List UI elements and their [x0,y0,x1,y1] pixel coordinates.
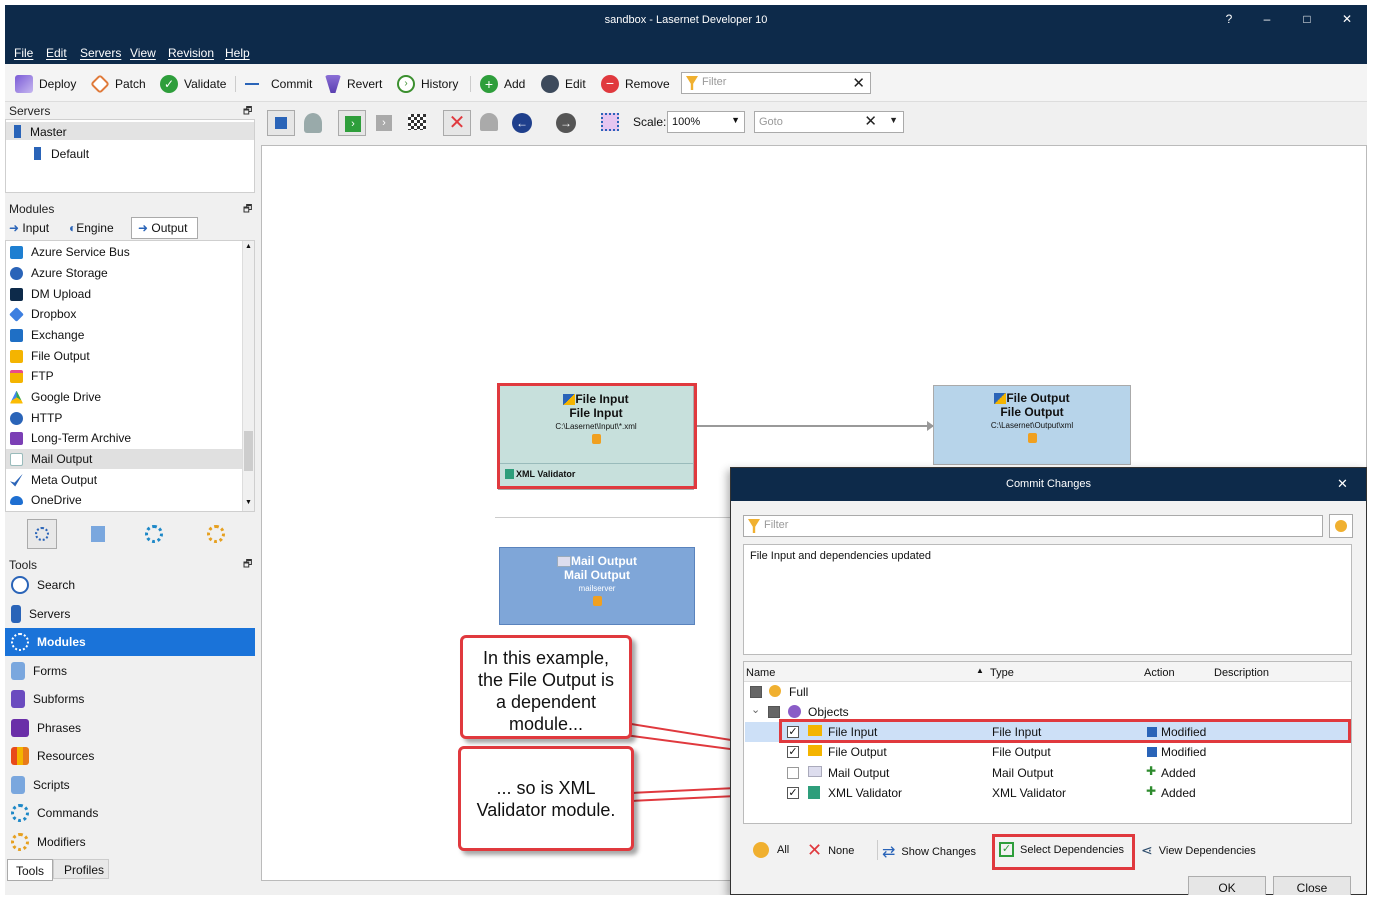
table-row[interactable]: Mail Output Mail Output ✚ Added [745,763,1350,783]
table-header: Name ▲ Type Action Description [744,662,1351,682]
close-button[interactable]: Close [1273,876,1351,895]
highlight-file-input-row [779,719,1351,743]
validator-icon [808,786,820,799]
dialog-title: Commit Changes [1006,478,1091,490]
chevron-down-icon[interactable]: ⌄ [751,703,760,716]
checkbox[interactable] [787,767,799,779]
separator [877,840,878,860]
application-window: sandbox - Lasernet Developer 10 ? – □ ✕ … [5,5,1367,895]
none-button[interactable]: ✕ None [807,840,854,861]
x-icon: ✕ [807,840,823,860]
objects-icon [788,705,801,718]
sun-icon [1335,520,1347,532]
swap-icon: ⇄ [882,844,896,861]
select-dependencies-button[interactable]: ✓ Select Dependencies [999,842,1124,857]
check-box-icon: ✓ [999,842,1014,857]
dialog-close-icon[interactable]: ✕ [1337,476,1348,492]
column-action[interactable]: Action [1144,667,1175,679]
filter-icon [748,519,760,533]
mail-icon [808,766,822,777]
sort-asc-icon: ▲ [976,666,984,675]
share-icon: ⋖ [1141,842,1153,858]
dialog-filter-input[interactable]: Filter [743,515,1323,537]
column-description[interactable]: Description [1214,667,1269,679]
sun-icon [753,842,769,858]
table-row[interactable]: ✓ XML Validator XML Validator ✚ Added [745,783,1350,803]
ok-button[interactable]: OK [1188,876,1266,895]
callout-xml-validator: ... so is XML Validator module. [458,746,634,851]
added-icon: ✚ [1146,764,1157,778]
checkbox-objects[interactable] [768,706,780,718]
dialog-title-bar: Commit Changes ✕ [731,468,1366,501]
table-row[interactable]: ✓ File Output File Output Modified [745,742,1350,762]
all-button[interactable]: All [753,842,789,858]
commit-message-field[interactable]: File Input and dependencies updated [743,544,1352,655]
sun-icon [769,685,781,697]
view-dependencies-button[interactable]: ⋖ View Dependencies [1141,842,1256,859]
options-button[interactable] [1329,514,1353,538]
callout-dependent-module: In this example, the File Output is a de… [460,635,632,739]
checkbox[interactable]: ✓ [787,746,799,758]
modified-icon [1147,747,1157,757]
tree-row-full[interactable]: Full [745,682,1350,702]
checkbox-full[interactable] [750,686,762,698]
show-changes-button[interactable]: ⇄ Show Changes [882,842,976,862]
commit-changes-dialog: Commit Changes ✕ Filter File Input and d… [730,467,1367,895]
checkbox[interactable]: ✓ [787,787,799,799]
folder-icon [808,745,822,756]
added-icon: ✚ [1146,784,1157,798]
column-name[interactable]: Name [746,667,775,679]
column-type[interactable]: Type [990,667,1014,679]
